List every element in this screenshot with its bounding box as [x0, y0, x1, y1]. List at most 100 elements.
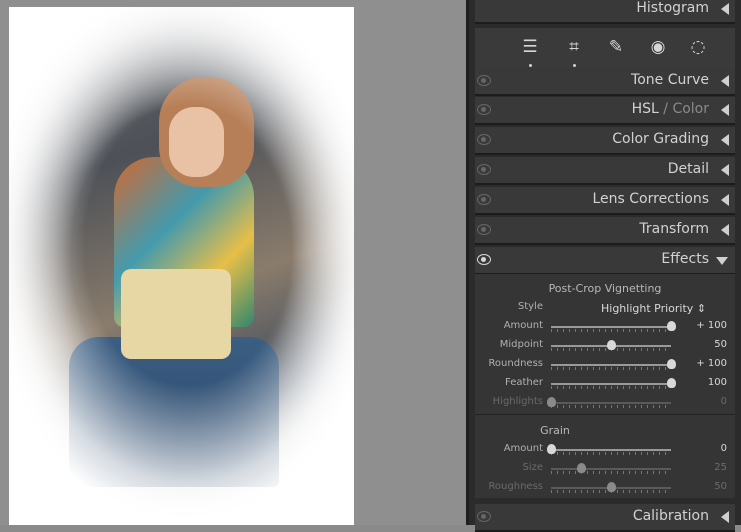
vignette-title: Post-Crop Vignetting — [548, 282, 662, 295]
divider — [475, 414, 735, 415]
slider-value[interactable]: 100 — [708, 377, 727, 388]
slider-thumb[interactable] — [667, 359, 676, 369]
slider-row: Roundness + 100 — [475, 356, 735, 374]
collapse-triangle-icon[interactable] — [721, 134, 729, 146]
slider-value[interactable]: 0 — [721, 396, 727, 407]
active-dot-icon — [573, 64, 576, 67]
slider-value[interactable]: 50 — [714, 481, 727, 492]
healing-bandage-icon[interactable]: ✎ — [605, 36, 627, 58]
slider-row: Midpoint 50 — [475, 337, 735, 355]
slider-thumb[interactable] — [607, 482, 616, 492]
vignette-overlay — [9, 7, 354, 525]
slider-row: Amount 0 — [475, 441, 735, 459]
visibility-eye-icon[interactable] — [477, 224, 491, 235]
visibility-eye-icon[interactable] — [477, 254, 491, 265]
slider-thumb[interactable] — [547, 444, 556, 454]
section-title: Tone Curve — [631, 72, 709, 88]
section-title: Transform — [639, 221, 709, 237]
slider-thumb[interactable] — [547, 397, 556, 407]
section-title: Effects — [661, 251, 709, 267]
slider-label: Size — [522, 462, 543, 473]
collapse-triangle-icon[interactable] — [721, 3, 729, 15]
section-detail[interactable]: Detail — [475, 157, 735, 185]
slider-ticks — [551, 367, 671, 370]
slider-label: Midpoint — [499, 339, 543, 350]
visibility-eye-icon[interactable] — [477, 194, 491, 205]
hsl-separator: / — [658, 101, 673, 117]
section-effects[interactable]: Effects — [475, 247, 735, 275]
section-title: Color Grading — [612, 131, 709, 147]
collapse-triangle-icon[interactable] — [721, 104, 729, 116]
slider-track[interactable] — [551, 468, 671, 470]
slider-value[interactable]: 0 — [721, 443, 727, 454]
section-tone-curve[interactable]: Tone Curve — [475, 68, 735, 96]
slider-value[interactable]: + 100 — [696, 320, 727, 331]
section-transform[interactable]: Transform — [475, 217, 735, 245]
slider-ticks — [551, 386, 671, 389]
slider-label: Amount — [503, 443, 543, 454]
slider-row: Highlights 0 — [475, 394, 735, 412]
slider-track[interactable] — [551, 449, 671, 451]
slider-value[interactable]: + 100 — [696, 358, 727, 369]
slider-track[interactable] — [551, 402, 671, 404]
section-title: Calibration — [632, 508, 709, 524]
photo-preview[interactable] — [9, 7, 354, 525]
slider-thumb[interactable] — [607, 340, 616, 350]
collapse-triangle-icon[interactable] — [721, 194, 729, 206]
visibility-eye-icon[interactable] — [477, 75, 491, 86]
slider-ticks — [551, 452, 671, 455]
crop-icon[interactable]: ⌗ — [563, 36, 585, 67]
style-value: Highlight Priority — [601, 302, 694, 315]
slider-thumb[interactable] — [667, 378, 676, 388]
develop-panel: Histogram ☰ ⌗ ✎ ◉ ◌ Tone Curve HSL / Col… — [469, 0, 741, 532]
slider-label: Highlights — [492, 396, 543, 407]
slider-ticks — [551, 329, 671, 332]
section-title: HSL / Color — [632, 101, 709, 117]
updown-icon: ⇕ — [696, 302, 707, 315]
slider-track[interactable] — [551, 326, 671, 328]
section-title: Detail — [667, 161, 709, 177]
slider-ticks — [551, 405, 671, 408]
hsl-tab[interactable]: HSL — [632, 101, 659, 117]
collapse-triangle-icon[interactable] — [721, 511, 729, 523]
collapse-triangle-icon[interactable] — [721, 224, 729, 236]
collapse-triangle-icon[interactable] — [721, 75, 729, 87]
style-label: Style — [517, 301, 543, 312]
visibility-eye-icon[interactable] — [477, 164, 491, 175]
slider-row: Roughness 50 — [475, 479, 735, 497]
color-tab[interactable]: Color — [672, 101, 709, 117]
slider-label: Roundness — [488, 358, 543, 369]
tool-strip: ☰ ⌗ ✎ ◉ ◌ — [475, 28, 735, 70]
red-eye-icon[interactable]: ◉ — [647, 36, 669, 58]
section-color-grading[interactable]: Color Grading — [475, 127, 735, 155]
visibility-eye-icon[interactable] — [477, 104, 491, 115]
section-hsl-color[interactable]: HSL / Color — [475, 97, 735, 125]
grain-title: Grain — [540, 424, 570, 437]
visibility-eye-icon[interactable] — [477, 511, 491, 522]
active-dot-icon — [529, 64, 532, 67]
slider-track[interactable] — [551, 383, 671, 385]
section-title: Histogram — [636, 0, 709, 16]
slider-label: Roughness — [488, 481, 543, 492]
slider-thumb[interactable] — [667, 321, 676, 331]
slider-row: Amount + 100 — [475, 318, 735, 336]
collapse-triangle-icon[interactable] — [721, 164, 729, 176]
visibility-eye-icon[interactable] — [477, 134, 491, 145]
slider-thumb[interactable] — [577, 463, 586, 473]
expand-triangle-icon[interactable] — [716, 257, 728, 265]
photo-canvas — [0, 0, 466, 525]
section-lens-corrections[interactable]: Lens Corrections — [475, 187, 735, 215]
masking-icon[interactable]: ◌ — [687, 36, 709, 58]
slider-row: Feather 100 — [475, 375, 735, 393]
slider-value[interactable]: 50 — [714, 339, 727, 350]
slider-value[interactable]: 25 — [714, 462, 727, 473]
section-calibration[interactable]: Calibration — [475, 504, 735, 532]
section-title: Lens Corrections — [592, 191, 709, 207]
section-histogram[interactable]: Histogram — [475, 0, 735, 24]
slider-label: Feather — [504, 377, 543, 388]
style-dropdown[interactable]: Highlight Priority ⇕ — [601, 302, 706, 315]
slider-track[interactable] — [551, 364, 671, 366]
slider-row: Size 25 — [475, 460, 735, 478]
slider-ticks — [551, 471, 671, 474]
sliders-icon[interactable]: ☰ — [519, 36, 541, 67]
